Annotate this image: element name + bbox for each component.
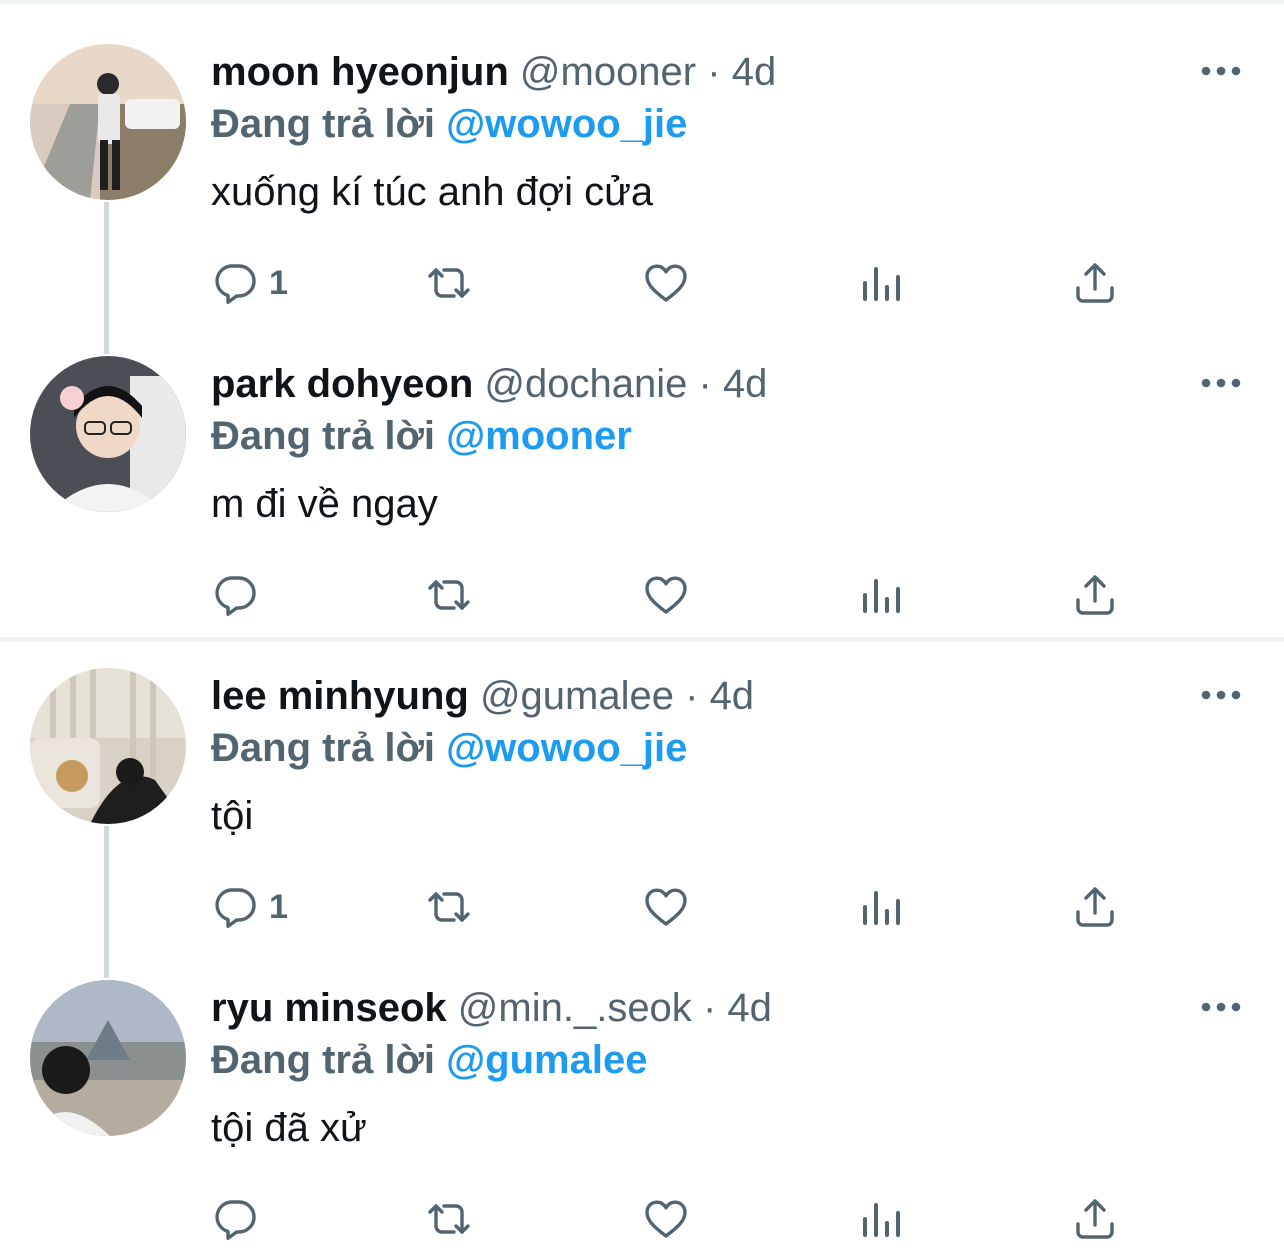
retweet-button[interactable] <box>425 882 473 932</box>
replying-to: Đang trả lời @gumalee <box>211 1032 647 1088</box>
heart-icon <box>642 1195 690 1243</box>
retweet-button[interactable] <box>425 258 473 308</box>
reply-icon <box>211 1195 259 1243</box>
share-button[interactable] <box>1071 882 1119 932</box>
retweet-button[interactable] <box>425 1194 473 1244</box>
retweet-icon <box>425 1195 473 1243</box>
replying-to: Đang trả lời @mooner <box>211 408 632 464</box>
tweet-text: tội đã xử <box>211 1106 367 1150</box>
tweet[interactable]: park dohyeon @dochanie · 4d Đang trả lời… <box>0 312 1284 624</box>
like-button[interactable] <box>642 882 690 932</box>
tweet-header: ryu minseok @min._.seok · 4d <box>211 980 772 1036</box>
tweet[interactable]: lee minhyung @gumalee · 4d Đang trả lời … <box>0 624 1284 936</box>
views-button[interactable] <box>857 258 905 308</box>
tweet-actions <box>211 570 1211 620</box>
share-button[interactable] <box>1071 1194 1119 1244</box>
avatar[interactable] <box>30 44 186 200</box>
more-horizontal-icon <box>1196 680 1246 710</box>
retweet-icon <box>425 883 473 931</box>
tweet-actions: 1 <box>211 258 1211 308</box>
reply-mention-link[interactable]: @mooner <box>446 414 632 458</box>
like-button[interactable] <box>642 258 690 308</box>
more-options-button[interactable] <box>1196 368 1246 398</box>
share-button[interactable] <box>1071 258 1119 308</box>
heart-icon <box>642 571 690 619</box>
display-name[interactable]: ryu minseok <box>211 986 447 1030</box>
replying-to: Đang trả lời @wowoo_jie <box>211 96 687 152</box>
views-chart-icon <box>857 259 905 307</box>
views-chart-icon <box>857 571 905 619</box>
tweet-header: moon hyeonjun @mooner · 4d <box>211 44 776 100</box>
timestamp[interactable]: 4d <box>710 674 755 718</box>
username[interactable]: @min._.seok <box>458 986 692 1030</box>
timestamp[interactable]: 4d <box>727 986 772 1030</box>
views-button[interactable] <box>857 1194 905 1244</box>
more-options-button[interactable] <box>1196 992 1246 1022</box>
tweet-text: xuống kí túc anh đợi cửa <box>211 170 654 214</box>
tweet-actions: 1 <box>211 882 1211 932</box>
display-name[interactable]: moon hyeonjun <box>211 50 509 94</box>
separator-dot: · <box>702 986 717 1030</box>
retweet-icon <box>425 571 473 619</box>
username[interactable]: @dochanie <box>484 362 687 406</box>
avatar[interactable] <box>30 980 186 1136</box>
more-options-button[interactable] <box>1196 56 1246 86</box>
heart-icon <box>642 259 690 307</box>
timestamp[interactable]: 4d <box>732 50 777 94</box>
replying-to-label: Đang trả lời <box>211 726 436 770</box>
timestamp[interactable]: 4d <box>723 362 768 406</box>
tweet-actions <box>211 1194 1211 1244</box>
share-icon <box>1071 571 1119 619</box>
share-icon <box>1071 883 1119 931</box>
reply-icon <box>211 883 259 931</box>
tweet-text: m đi về ngay <box>211 482 438 526</box>
tweet-text: tội <box>211 794 254 838</box>
more-horizontal-icon <box>1196 992 1246 1022</box>
username[interactable]: @mooner <box>520 50 696 94</box>
more-horizontal-icon <box>1196 56 1246 86</box>
reply-icon <box>211 259 259 307</box>
avatar[interactable] <box>30 356 186 512</box>
username[interactable]: @gumalee <box>480 674 674 718</box>
display-name[interactable]: lee minhyung <box>211 674 469 718</box>
replying-to: Đang trả lời @wowoo_jie <box>211 720 687 776</box>
separator-dot: · <box>707 50 721 94</box>
reply-button[interactable]: 1 <box>211 882 288 932</box>
views-chart-icon <box>857 883 905 931</box>
retweet-icon <box>425 259 473 307</box>
more-horizontal-icon <box>1196 368 1246 398</box>
views-chart-icon <box>857 1195 905 1243</box>
separator-dot: · <box>685 674 699 718</box>
tweet[interactable]: ryu minseok @min._.seok · 4d Đang trả lờ… <box>0 936 1284 1248</box>
share-button[interactable] <box>1071 570 1119 620</box>
avatar[interactable] <box>30 668 186 824</box>
views-button[interactable] <box>857 570 905 620</box>
display-name[interactable]: park dohyeon <box>211 362 473 406</box>
separator-dot: · <box>698 362 712 406</box>
retweet-button[interactable] <box>425 570 473 620</box>
heart-icon <box>642 883 690 931</box>
replying-to-label: Đang trả lời <box>211 102 436 146</box>
reply-button[interactable] <box>211 570 269 620</box>
like-button[interactable] <box>642 1194 690 1244</box>
tweet[interactable]: moon hyeonjun @mooner · 4d Đang trả lời … <box>0 0 1284 312</box>
reply-count: 1 <box>269 887 288 926</box>
tweet-header: park dohyeon @dochanie · 4d <box>211 356 767 412</box>
reply-mention-link[interactable]: @wowoo_jie <box>446 726 687 770</box>
views-button[interactable] <box>857 882 905 932</box>
tweet-header: lee minhyung @gumalee · 4d <box>211 668 754 724</box>
replying-to-label: Đang trả lời <box>211 414 436 458</box>
reply-icon <box>211 571 259 619</box>
reply-mention-link[interactable]: @gumalee <box>446 1038 647 1082</box>
replying-to-label: Đang trả lời <box>211 1038 436 1082</box>
reply-button[interactable] <box>211 1194 269 1244</box>
like-button[interactable] <box>642 570 690 620</box>
more-options-button[interactable] <box>1196 680 1246 710</box>
share-icon <box>1071 1195 1119 1243</box>
reply-count: 1 <box>269 263 288 302</box>
reply-mention-link[interactable]: @wowoo_jie <box>446 102 687 146</box>
share-icon <box>1071 259 1119 307</box>
reply-button[interactable]: 1 <box>211 258 288 308</box>
